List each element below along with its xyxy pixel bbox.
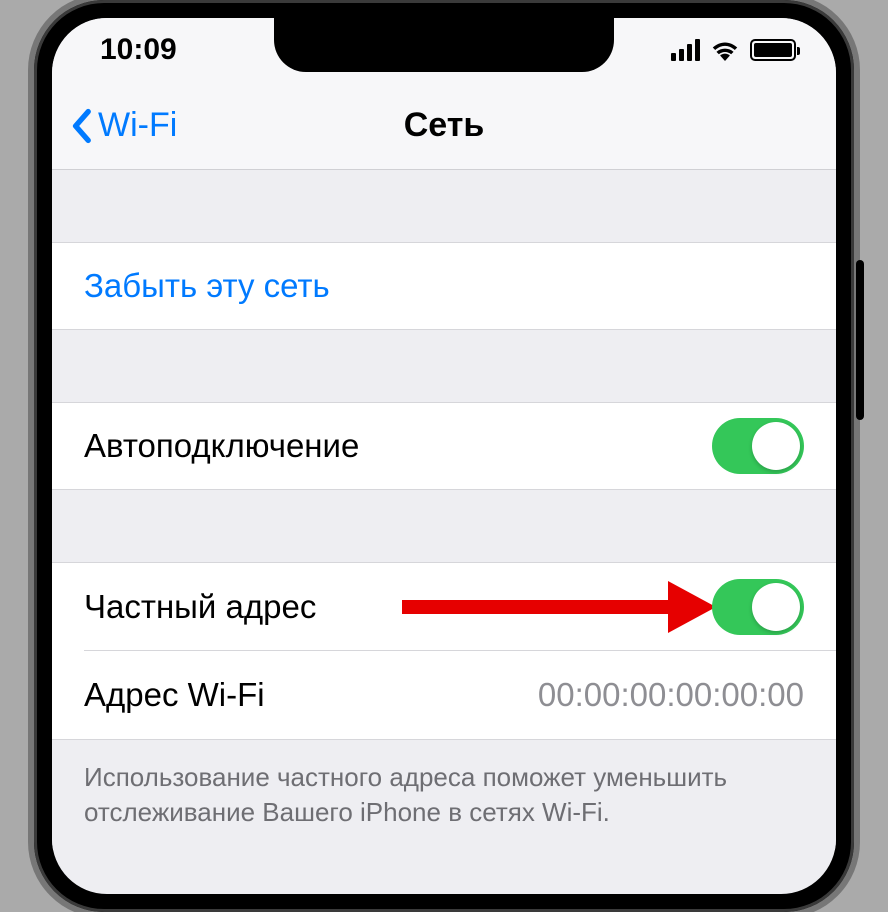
battery-icon — [750, 39, 796, 61]
autoconnect-cell[interactable]: Автоподключение — [52, 402, 836, 490]
phone-frame: 10:09 Wi-Fi — [34, 0, 854, 912]
status-icons — [671, 39, 796, 61]
forget-network-cell[interactable]: Забыть эту сеть — [52, 242, 836, 330]
autoconnect-toggle[interactable] — [712, 418, 804, 474]
wifi-address-value: 00:00:00:00:00:00 — [538, 676, 804, 714]
chevron-left-icon — [70, 108, 92, 144]
wifi-address-cell: Адрес Wi-Fi 00:00:00:00:00:00 — [52, 651, 836, 739]
back-label: Wi-Fi — [98, 106, 177, 145]
phone-screen: 10:09 Wi-Fi — [52, 18, 836, 894]
wifi-address-label: Адрес Wi-Fi — [84, 676, 538, 714]
address-group: Частный адрес Адрес Wi-Fi 00:00:00:00:00… — [52, 562, 836, 740]
wifi-icon — [710, 39, 740, 61]
private-address-label: Частный адрес — [84, 588, 712, 626]
cellular-signal-icon — [671, 39, 700, 61]
nav-bar: Wi-Fi Сеть — [52, 82, 836, 170]
footer-description: Использование частного адреса поможет ум… — [52, 740, 836, 850]
settings-body: Забыть эту сеть Автоподключение Частный … — [52, 170, 836, 850]
private-address-toggle[interactable] — [712, 579, 804, 635]
back-button[interactable]: Wi-Fi — [52, 106, 177, 145]
private-address-cell[interactable]: Частный адрес — [52, 563, 836, 651]
status-time: 10:09 — [100, 33, 177, 67]
phone-side-button — [856, 260, 864, 420]
autoconnect-label: Автоподключение — [84, 427, 712, 465]
phone-notch — [274, 18, 614, 72]
forget-network-label: Забыть эту сеть — [84, 267, 804, 305]
page-title: Сеть — [404, 106, 485, 145]
